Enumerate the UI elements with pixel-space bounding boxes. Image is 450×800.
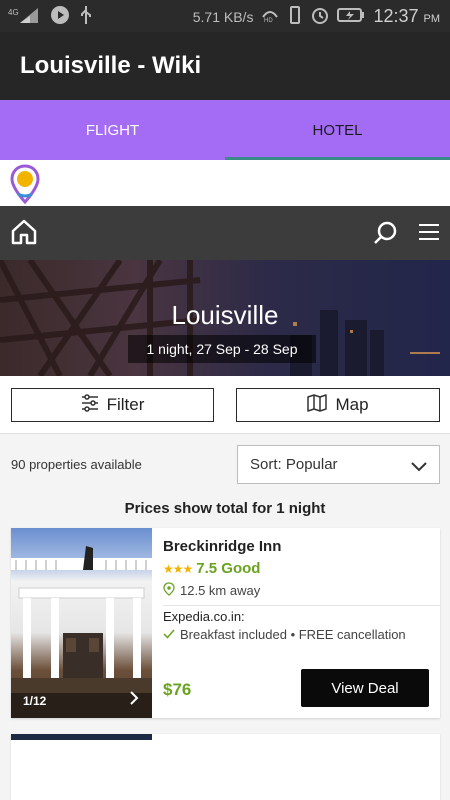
clock: 12:37 PM [373, 6, 440, 26]
filter-label: Filter [106, 395, 145, 414]
search-icon[interactable] [373, 220, 399, 251]
sliders-icon [81, 393, 99, 417]
location-pin-logo [10, 164, 40, 209]
price-note: Prices show total for 1 night [124, 500, 326, 517]
map-icon [307, 393, 328, 417]
tab-bar: FLIGHT HOTEL [0, 100, 450, 160]
app-title: Louisville - Wiki [20, 52, 202, 79]
status-bar-left: 4G [8, 5, 94, 28]
hotel-distance: 12.5 km away [163, 582, 260, 599]
hotel-photo-next [11, 734, 152, 740]
distance-text: 12.5 km away [180, 583, 261, 598]
map-button[interactable]: Map [236, 388, 440, 422]
deal-provider: Expedia.co.in: [163, 609, 245, 624]
usb-icon [78, 5, 94, 28]
svg-text:4G: 4G [8, 8, 19, 17]
hd-icon: HD [261, 7, 279, 26]
tab-hotel[interactable]: HOTEL [225, 100, 450, 160]
alarm-icon [311, 6, 329, 27]
home-icon[interactable] [10, 218, 38, 251]
map-label: Map [335, 395, 369, 414]
photo-counter: 1/12 [23, 694, 47, 708]
battery-icon [337, 8, 365, 25]
network-speed: 5.71 KB/s [192, 8, 254, 25]
app-bar: Louisville - Wiki [0, 32, 450, 100]
star-rating-icon: ★★★ [163, 561, 193, 576]
rating-text: 7.5 Good [196, 560, 261, 577]
perks-text: Breakfast included • FREE cancellation [180, 627, 406, 642]
hotel-photo-image [11, 546, 152, 718]
view-deal-button[interactable]: View Deal [301, 669, 429, 707]
filter-bar: Filter Map [0, 376, 450, 434]
play-icon [50, 5, 70, 28]
hotel-name[interactable]: Breckinridge Inn [163, 538, 281, 555]
chevron-right-icon[interactable] [129, 691, 139, 710]
hotel-photo[interactable]: 1/12 [11, 528, 152, 718]
site-header [0, 206, 450, 260]
hotel-price: $76 [163, 680, 192, 699]
svg-text:HD: HD [264, 18, 273, 23]
stay-dates[interactable]: 1 night, 27 Sep - 28 Sep [128, 335, 316, 363]
properties-count: 90 properties available [11, 457, 142, 472]
status-bar-right: 5.71 KB/s HD 12:37 PM [193, 6, 440, 27]
signal-4g-icon: 4G [8, 6, 42, 27]
filter-button[interactable]: Filter [11, 388, 214, 422]
sort-dropdown[interactable]: Sort: Popular [237, 445, 440, 484]
vibrate-icon [287, 6, 303, 27]
destination-city: Louisville [171, 300, 279, 330]
status-bar: 4G 5.71 KB/s HD 12:37 PM [0, 0, 450, 32]
logo-strip [0, 160, 450, 206]
location-pin-icon [163, 582, 175, 599]
sort-label: Sort: Popular [250, 456, 338, 473]
checkmark-icon [163, 627, 175, 642]
deal-perks: Breakfast included • FREE cancellation [163, 627, 406, 642]
chevron-down-icon [411, 459, 427, 476]
destination-hero: Louisville 1 night, 27 Sep - 28 Sep [0, 260, 450, 376]
tab-flight[interactable]: FLIGHT [0, 100, 225, 160]
hotel-card[interactable]: 1/12 Breckinridge Inn ★★★ 7.5 Good 12.5 … [11, 528, 440, 718]
hotel-rating: ★★★ 7.5 Good [163, 560, 260, 577]
hamburger-menu-icon[interactable] [418, 223, 440, 246]
hotel-card-next[interactable] [11, 734, 440, 800]
card-divider [163, 605, 440, 606]
